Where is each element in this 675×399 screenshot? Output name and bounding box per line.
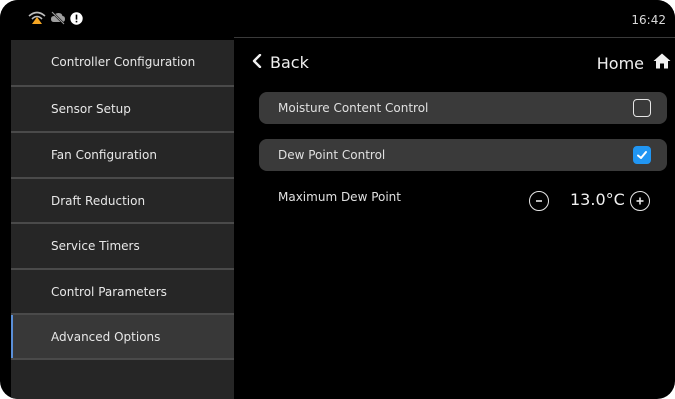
sidebar-item-sensor-setup[interactable]: Sensor Setup (11, 87, 234, 131)
increment-button[interactable] (630, 191, 650, 211)
sidebar-item-fan-configuration[interactable]: Fan Configuration (11, 133, 234, 177)
header-divider (234, 37, 675, 38)
status-icons (28, 11, 83, 25)
option-row-dew-point[interactable]: Dew Point Control (259, 139, 667, 171)
chevron-left-icon (252, 53, 262, 72)
back-label: Back (270, 53, 309, 72)
minus-icon (536, 200, 542, 202)
main-panel: Back Home Moisture Content Control Dew P… (234, 40, 675, 399)
back-button[interactable]: Back (252, 53, 309, 72)
sidebar-item-advanced-options[interactable]: Advanced Options (11, 315, 234, 359)
home-icon (653, 53, 671, 73)
sidebar-item-label: Control Parameters (51, 285, 167, 299)
option-row-moisture-content[interactable]: Moisture Content Control (259, 92, 667, 124)
sidebar-item-controller-configuration[interactable]: Controller Configuration (11, 40, 234, 84)
wifi-warning-icon (28, 11, 46, 25)
sidebar-divider (11, 358, 234, 360)
option-label: Dew Point Control (278, 148, 386, 162)
sidebar-item-label: Service Timers (51, 239, 140, 253)
checkmark-icon (637, 151, 647, 159)
device-screen: 16:42 Controller Configuration Sensor Se… (0, 0, 675, 399)
alert-icon (70, 11, 83, 25)
sidebar-item-label: Advanced Options (51, 330, 161, 344)
sidebar-item-control-parameters[interactable]: Control Parameters (11, 270, 234, 314)
sidebar-item-label: Fan Configuration (51, 148, 157, 162)
clock: 16:42 (631, 13, 666, 27)
cloud-offline-icon (50, 11, 66, 25)
sidebar-item-label: Sensor Setup (51, 102, 131, 116)
status-bar: 16:42 (0, 0, 675, 38)
home-label: Home (596, 53, 644, 73)
moisture-content-checkbox[interactable] (633, 99, 651, 117)
max-dew-point-value: 13.0°C (570, 190, 625, 209)
option-label: Moisture Content Control (278, 101, 429, 115)
max-dew-point-label: Maximum Dew Point (278, 190, 401, 204)
sidebar-item-label: Controller Configuration (51, 55, 196, 69)
sidebar-item-service-timers[interactable]: Service Timers (11, 224, 234, 268)
sidebar-item-label: Draft Reduction (51, 194, 146, 208)
plus-icon (636, 197, 644, 205)
sidebar-item-draft-reduction[interactable]: Draft Reduction (11, 179, 234, 223)
sidebar: Controller Configuration Sensor Setup Fa… (11, 40, 234, 399)
home-button[interactable]: Home (597, 53, 671, 73)
decrement-button[interactable] (529, 191, 549, 211)
dew-point-checkbox[interactable] (633, 146, 651, 164)
